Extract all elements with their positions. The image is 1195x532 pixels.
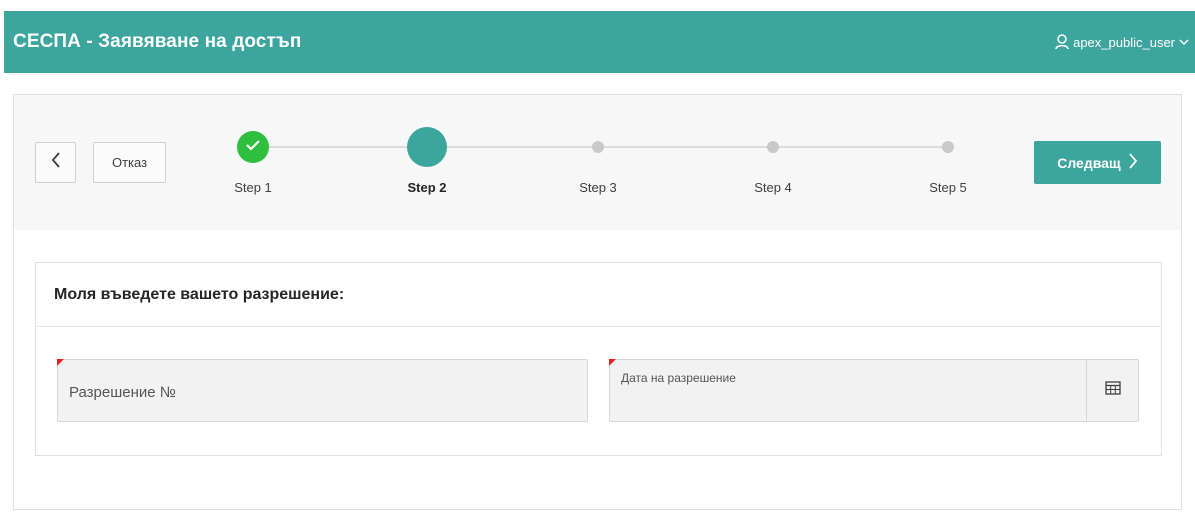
permit-region: Моля въведете вашето разрешение: Разреше… xyxy=(35,262,1162,456)
step-5-marker xyxy=(942,141,954,153)
region-title: Моля въведете вашето разрешение: xyxy=(36,263,1161,327)
step-2-marker xyxy=(407,127,447,167)
permit-number-input[interactable] xyxy=(58,360,587,421)
step-1-label: Step 1 xyxy=(234,180,272,195)
page: СЕСПА - Заявяване на достъп apex_public_… xyxy=(0,0,1195,532)
wizard-card: Отказ Step 1 Step 2 Step 3 Step 4 Step 5… xyxy=(13,94,1182,510)
back-button[interactable] xyxy=(35,142,76,183)
calendar-button[interactable] xyxy=(1086,360,1138,421)
step-1-marker xyxy=(237,131,269,163)
step-3-label: Step 3 xyxy=(579,180,617,195)
permit-number-field[interactable]: Разрешение № xyxy=(57,359,588,422)
permit-date-input[interactable] xyxy=(610,360,1088,421)
app-header: СЕСПА - Заявяване на достъп apex_public_… xyxy=(4,11,1195,73)
step-5-label: Step 5 xyxy=(929,180,967,195)
step-4-label: Step 4 xyxy=(754,180,792,195)
next-button-label: Следващ xyxy=(1057,154,1121,171)
next-button[interactable]: Следващ xyxy=(1034,141,1161,184)
check-icon xyxy=(245,138,261,156)
chevron-right-icon xyxy=(1129,153,1138,172)
user-name: apex_public_user xyxy=(1073,34,1175,50)
chevron-left-icon xyxy=(51,152,61,173)
step-2-label: Step 2 xyxy=(407,180,447,195)
chevron-down-icon xyxy=(1179,38,1189,46)
user-menu[interactable]: apex_public_user xyxy=(1055,34,1189,50)
calendar-icon xyxy=(1104,381,1121,400)
cancel-button[interactable]: Отказ xyxy=(93,142,166,183)
step-4-marker xyxy=(767,141,779,153)
wizard-progress-bar: Отказ Step 1 Step 2 Step 3 Step 4 Step 5… xyxy=(14,95,1181,230)
user-icon xyxy=(1055,34,1069,50)
app-title: СЕСПА - Заявяване на достъп xyxy=(13,31,302,52)
step-3-marker xyxy=(592,141,604,153)
permit-date-field[interactable]: Дата на разрешение xyxy=(609,359,1139,422)
